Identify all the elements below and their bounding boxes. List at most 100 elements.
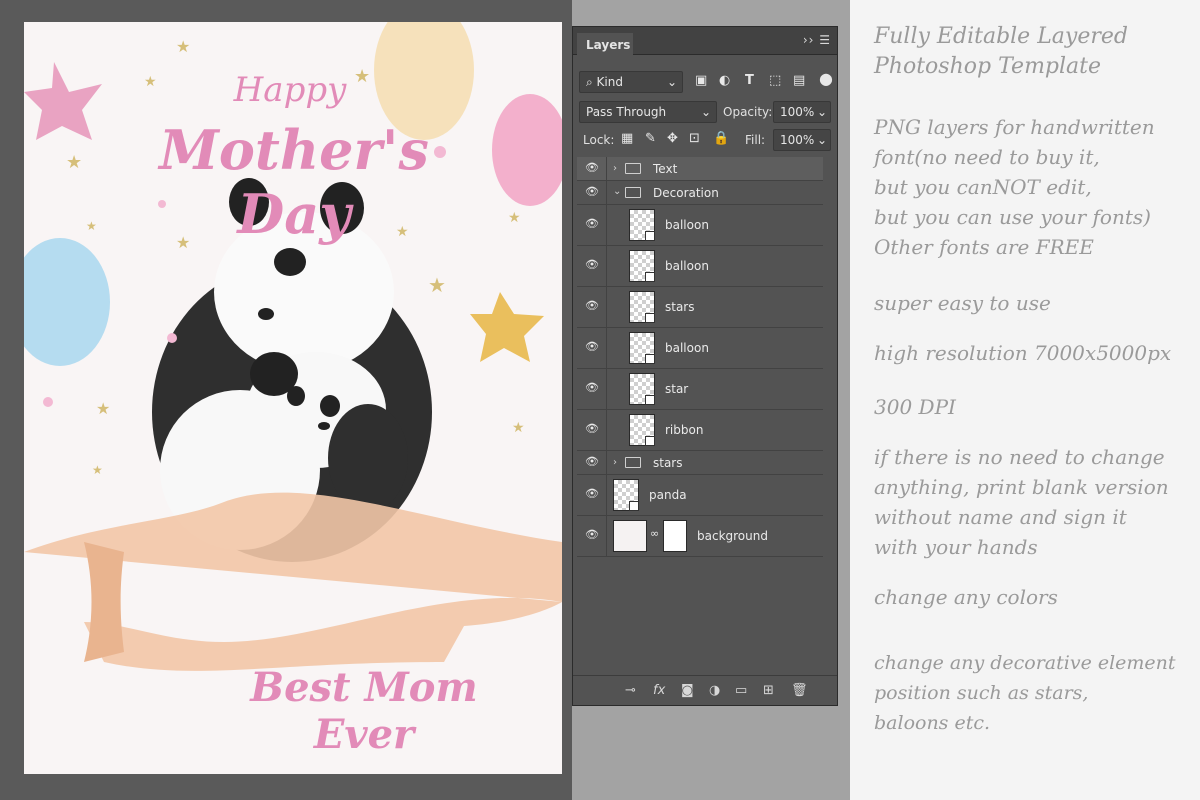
link-layers-icon[interactable]: ⊸ (625, 683, 636, 698)
smart-object-icon (645, 395, 655, 405)
layer-name: Text (653, 162, 678, 176)
visibility-toggle[interactable]: 👁 (577, 246, 607, 286)
opacity-field[interactable]: 100% ⌄ (773, 101, 831, 123)
visibility-toggle[interactable]: 👁 (577, 475, 607, 515)
ribbon-fold (84, 542, 124, 662)
pink-balloon (492, 94, 562, 206)
pink-star-balloon (24, 62, 102, 140)
layer-name: background (697, 529, 768, 543)
layer-thumbnail (629, 250, 655, 282)
layer-row[interactable]: 👁 balloon (577, 328, 823, 369)
chevron-down-icon[interactable]: ⌄ (613, 186, 621, 197)
lock-position-icon[interactable]: ✥ (667, 131, 678, 146)
card-footer-text: Best Mom Ever (250, 664, 478, 758)
visibility-toggle[interactable]: 👁 (577, 328, 607, 368)
description-heading: Fully Editable Layered Photoshop Templat… (874, 24, 1128, 79)
chevron-down-icon: ⌄ (666, 75, 677, 89)
blend-mode-select[interactable]: Pass Through ⌄ (579, 101, 717, 123)
layer-row[interactable]: 👁 › Text (577, 157, 823, 181)
layer-name: panda (649, 488, 687, 502)
eye-icon: 👁 (585, 528, 599, 541)
visibility-toggle[interactable]: 👁 (577, 369, 607, 409)
lock-transparency-icon[interactable]: ▦ (621, 131, 633, 146)
lock-brush-icon[interactable]: ✎ (645, 131, 656, 146)
svg-text:★: ★ (96, 399, 110, 418)
visibility-toggle[interactable]: 👁 (577, 205, 607, 245)
svg-text:★: ★ (66, 152, 82, 173)
filter-kind-select[interactable]: ⌕ Kind ⌄ (579, 71, 683, 93)
layer-row[interactable]: 👁 balloon (577, 205, 823, 246)
adjustment-layer-icon[interactable]: ◑ (709, 683, 720, 698)
panel-tabbar: Layers ›› ☰ (573, 27, 837, 57)
visibility-toggle[interactable]: 👁 (577, 157, 607, 180)
visibility-toggle[interactable]: 👁 (577, 181, 607, 204)
new-layer-icon[interactable]: ⊞ (763, 683, 774, 698)
mothers-day-card: ★ ★ ★ ★ ★ ★ ★ ★ ★ ★ ★ ★ Happy Mother's D… (24, 22, 562, 774)
layers-panel: Layers ›› ☰ ⌕ Kind ⌄ ▣ ◐ T ⬚ ▤ ● Pass Th… (572, 26, 838, 706)
lock-artboard-icon[interactable]: ⊡ (689, 131, 700, 146)
smart-object-icon (645, 354, 655, 364)
card-heading-title: Mother's Day (159, 118, 429, 246)
fill-value: 100% (780, 133, 815, 147)
layer-row[interactable]: 👁 › stars (577, 451, 823, 475)
description-item: change any decorative element position s… (874, 652, 1176, 734)
layer-thumbnail (613, 520, 647, 552)
add-mask-icon[interactable]: ◙ (681, 683, 694, 698)
eye-icon: 👁 (585, 381, 599, 394)
card-preview-area: ★ ★ ★ ★ ★ ★ ★ ★ ★ ★ ★ ★ Happy Mother's D… (0, 0, 572, 800)
new-group-icon[interactable]: ▭ (735, 683, 747, 698)
svg-text:★: ★ (428, 273, 446, 297)
fx-icon[interactable]: fx (653, 683, 665, 698)
card-heading-happy: Happy (233, 70, 347, 110)
eye-icon: 👁 (585, 455, 599, 468)
svg-text:★: ★ (86, 219, 97, 233)
chevron-right-icon[interactable]: › (613, 457, 617, 468)
fill-label: Fill: (745, 133, 766, 147)
filter-toggle-icon[interactable]: ● (819, 69, 833, 88)
layer-row[interactable]: 👁 ⌄ Decoration (577, 181, 823, 205)
panel-footer: ⊸ fx ◙ ◑ ▭ ⊞ 🗑 (573, 675, 837, 705)
eye-icon: 👁 (585, 487, 599, 500)
layer-thumbnail (629, 209, 655, 241)
image-filter-icon[interactable]: ▣ (695, 73, 707, 88)
layer-row[interactable]: 👁 star (577, 369, 823, 410)
tab-layers[interactable]: Layers (577, 33, 633, 57)
description-item: high resolution 7000x5000px (874, 341, 1172, 365)
fill-field[interactable]: 100% ⌄ (773, 129, 831, 151)
panel-menu-icon[interactable]: ›› ☰ (803, 33, 831, 47)
layer-row[interactable]: 👁 balloon (577, 246, 823, 287)
layer-name: star (665, 382, 689, 396)
description-item: change any colors (874, 585, 1058, 609)
opacity-label: Opacity: (723, 105, 773, 119)
visibility-toggle[interactable]: 👁 (577, 516, 607, 556)
smart-object-filter-icon[interactable]: ▤ (793, 73, 805, 88)
adjustment-filter-icon[interactable]: ◐ (719, 73, 730, 88)
layer-row[interactable]: 👁 ribbon (577, 410, 823, 451)
lock-all-icon[interactable]: 🔒 (713, 131, 729, 146)
eye-icon: 👁 (585, 185, 599, 198)
layer-thumbnail (613, 479, 639, 511)
layer-row[interactable]: 👁 panda (577, 475, 823, 516)
folder-open-icon (625, 187, 641, 198)
layer-row[interactable]: 👁 stars (577, 287, 823, 328)
trash-icon[interactable]: 🗑 (791, 683, 808, 698)
link-icon[interactable]: ∞ (650, 527, 659, 540)
layer-name: stars (665, 300, 695, 314)
chevron-right-icon[interactable]: › (613, 163, 617, 174)
layer-name: ribbon (665, 423, 704, 437)
svg-text:★: ★ (92, 463, 103, 477)
visibility-toggle[interactable]: 👁 (577, 410, 607, 450)
folder-icon (625, 163, 641, 174)
chevron-down-icon: ⌄ (700, 105, 711, 119)
layers-list: 👁 › Text 👁 ⌄ Decoration 👁 balloon 👁 ball… (577, 157, 823, 657)
visibility-toggle[interactable]: 👁 (577, 287, 607, 327)
shape-filter-icon[interactable]: ⬚ (769, 73, 781, 88)
type-filter-icon[interactable]: T (745, 73, 754, 88)
visibility-toggle[interactable]: 👁 (577, 451, 607, 474)
eye-icon: 👁 (585, 422, 599, 435)
smart-object-icon (645, 272, 655, 282)
opacity-value: 100% (780, 105, 815, 119)
smart-object-icon (629, 501, 639, 511)
layer-name: Decoration (653, 186, 719, 200)
layer-row[interactable]: 👁 ∞ background (577, 516, 823, 557)
